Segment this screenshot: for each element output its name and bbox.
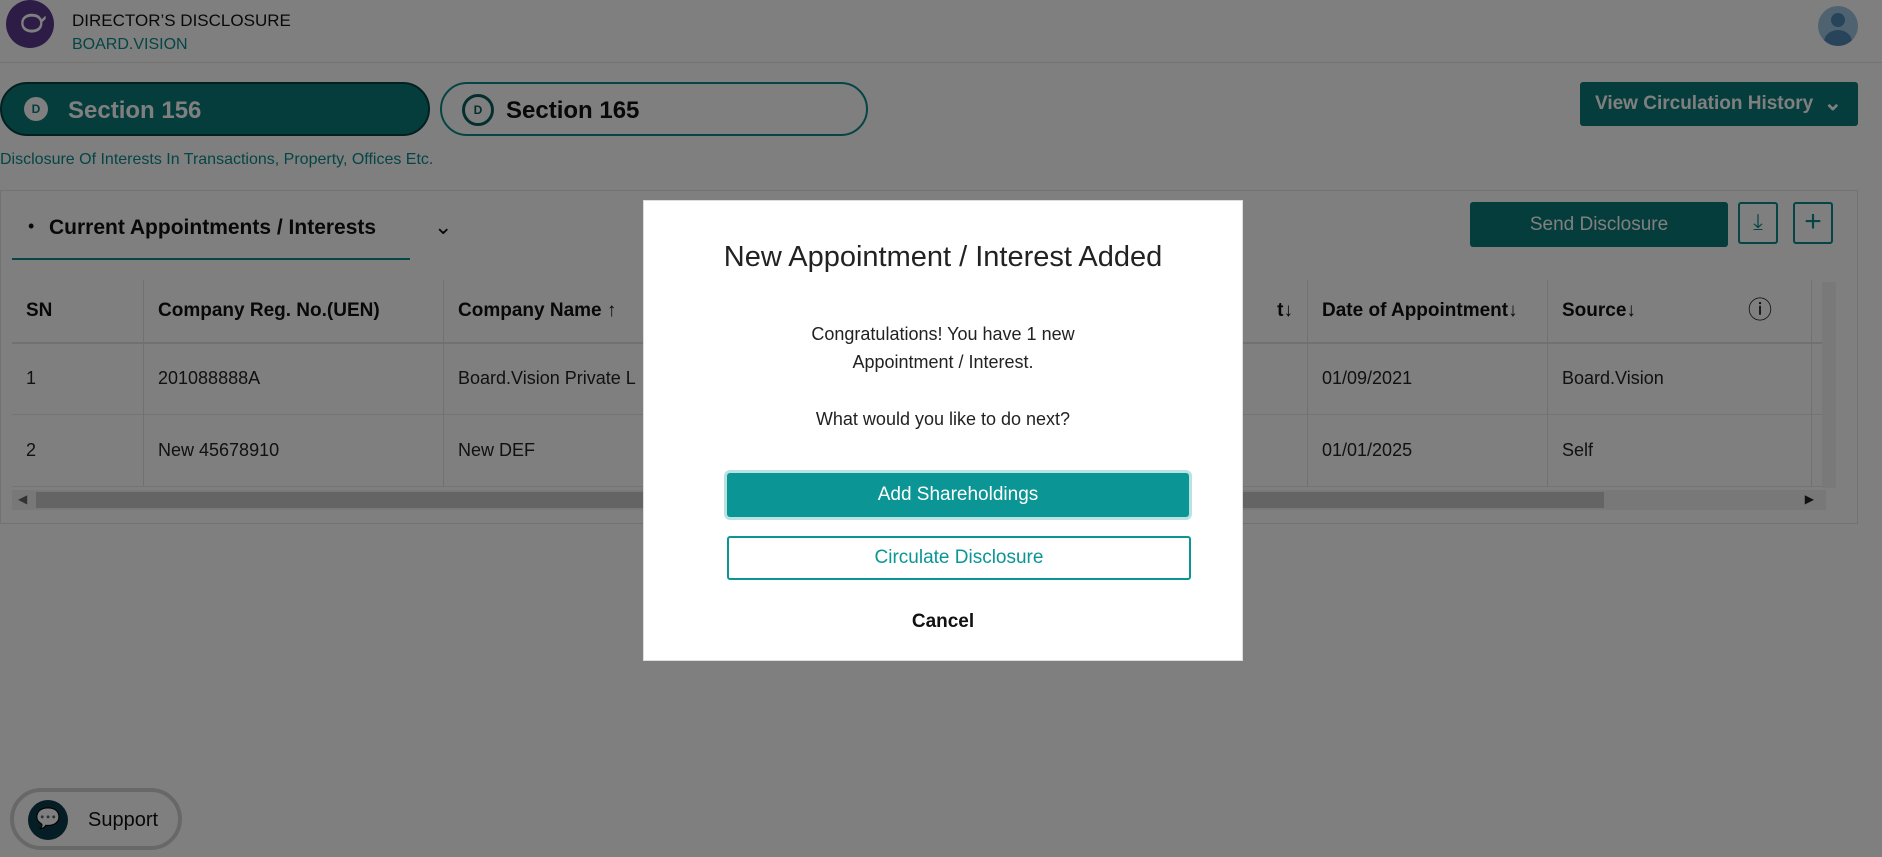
dialog-question: What would you like to do next? [815, 409, 1071, 429]
cancel-button[interactable]: Cancel [644, 611, 1242, 633]
new-appointment-dialog: New Appointment / Interest Added Congrat… [643, 200, 1243, 661]
dialog-title: New Appointment / Interest Added [723, 241, 1163, 273]
circulate-disclosure-button[interactable]: Circulate Disclosure [727, 536, 1191, 580]
add-shareholdings-button[interactable]: Add Shareholdings [727, 473, 1189, 517]
dialog-message: Congratulations! You have 1 new Appointm… [811, 324, 1075, 372]
